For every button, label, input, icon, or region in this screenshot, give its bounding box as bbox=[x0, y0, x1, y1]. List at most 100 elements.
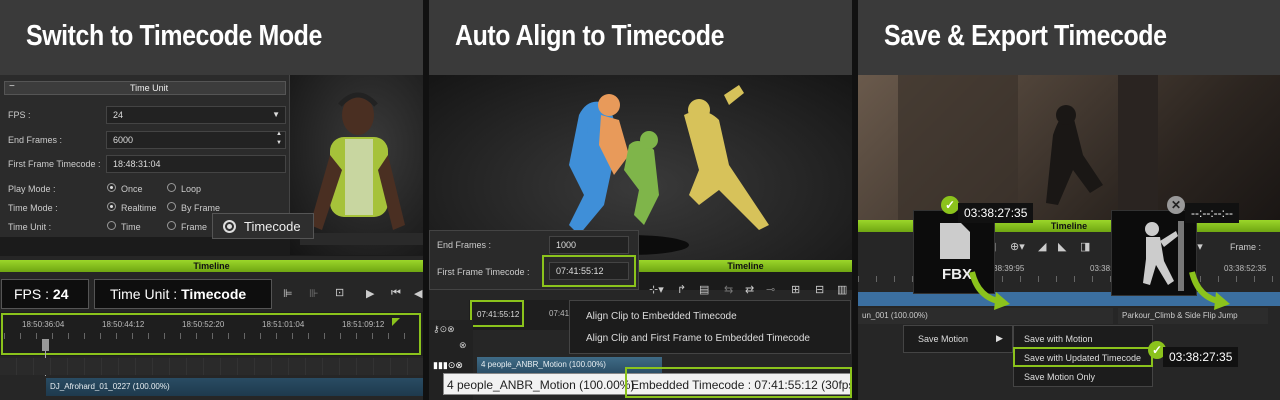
panel-title-bar: Save & Export Timecode bbox=[858, 0, 1280, 75]
timeline-label: Timeline bbox=[1050, 221, 1088, 231]
radio-loop-label: Loop bbox=[181, 184, 202, 194]
fps-dropdown[interactable]: 24 ▼ bbox=[106, 106, 286, 124]
toolbar-icon[interactable]: ◣ bbox=[1058, 240, 1066, 253]
key-icon[interactable]: ⚷⊙⊗ bbox=[433, 324, 455, 335]
radio-timecode[interactable] bbox=[223, 220, 236, 233]
timeline-bar: Timeline bbox=[639, 260, 852, 272]
skip-back-icon[interactable]: ⏮ bbox=[391, 287, 401, 300]
menu-align-clip-first-frame[interactable]: Align Clip and First Frame to Embedded T… bbox=[586, 333, 810, 344]
panel-title: Auto Align to Timecode bbox=[455, 20, 725, 52]
fps-display-value: 24 bbox=[52, 286, 69, 302]
time-unit-display-colon: : bbox=[173, 286, 182, 302]
check-icon: ✓ bbox=[941, 196, 959, 214]
radio-realtime[interactable] bbox=[107, 202, 116, 211]
fps-display-colon: : bbox=[45, 286, 53, 302]
toolbar-icon[interactable]: ⊫ bbox=[283, 287, 293, 300]
climbing-character-icon bbox=[1143, 221, 1184, 291]
clip-dj[interactable]: DJ_Afrohard_01_0227 (100.00%) bbox=[46, 378, 423, 396]
track-toggle-icon[interactable]: ▮▮▮⊙⊗ bbox=[433, 360, 463, 371]
play-icon[interactable]: ▶ bbox=[366, 287, 374, 300]
first-frame-tc-highlight bbox=[542, 255, 636, 287]
timeline-label: Timeline bbox=[727, 261, 764, 271]
save-motion-menu: Save Motion ▶ bbox=[903, 325, 1013, 353]
panel-switch-timecode: Switch to Timecode Mode − Time Unit FPS … bbox=[0, 0, 423, 400]
ruler-tick: 07:41 bbox=[549, 309, 570, 318]
play-mode-label: Play Mode : bbox=[8, 184, 56, 194]
end-frames-input[interactable]: 6000 ▲ ▼ bbox=[106, 131, 286, 149]
end-frames-input[interactable]: 1000 bbox=[549, 236, 629, 254]
clip-4-people-label: 4 people_ANBR_Motion (100.00%) bbox=[481, 360, 606, 369]
menu-save-motion-only[interactable]: Save Motion Only bbox=[1024, 372, 1095, 382]
time-unit-header-label: Time Unit bbox=[130, 83, 169, 93]
menu-save-motion[interactable]: Save Motion bbox=[918, 334, 968, 344]
fps-display-label: FPS bbox=[14, 286, 42, 302]
toolbar-icon[interactable]: ↱ bbox=[677, 283, 686, 296]
tc-badge-saved: 03:38:27:35 bbox=[1163, 347, 1239, 367]
skip-prev-icon[interactable]: ◀ bbox=[414, 287, 422, 300]
panel-title: Save & Export Timecode bbox=[884, 20, 1167, 52]
panel-auto-align: Auto Align to Timecode End Frames : 1000… bbox=[429, 0, 852, 400]
panel-title-bar: Auto Align to Timecode bbox=[429, 0, 852, 75]
collapse-icon[interactable]: − bbox=[9, 81, 15, 92]
radio-once[interactable] bbox=[107, 183, 116, 192]
embedded-tc-highlight bbox=[625, 367, 852, 398]
toolbar-icon[interactable]: ⊟ bbox=[815, 283, 824, 296]
close-icon[interactable]: ⊗ bbox=[459, 340, 467, 351]
radio-byframe-label: By Frame bbox=[181, 203, 221, 213]
toolbar-icon[interactable]: ⇄ bbox=[745, 283, 754, 296]
toolbar-icon[interactable]: ▤ bbox=[699, 283, 709, 296]
ruler-highlight bbox=[1, 313, 421, 355]
menu-align-clip[interactable]: Align Clip to Embedded Timecode bbox=[586, 311, 737, 322]
timeline-bar: Timeline bbox=[0, 260, 423, 272]
end-frames-label: End Frames : bbox=[437, 240, 492, 250]
timecode-option-label: Timecode bbox=[244, 219, 301, 234]
time-mode-label: Time Mode : bbox=[8, 203, 58, 213]
end-frames-value: 1000 bbox=[556, 240, 577, 250]
first-frame-tc-input[interactable]: 18:48:31:04 bbox=[106, 155, 286, 173]
timecode-option[interactable]: Timecode bbox=[212, 213, 314, 239]
radio-time-label: Time bbox=[121, 222, 141, 232]
playhead-marker[interactable] bbox=[42, 339, 49, 351]
panel-save-export: Save & Export Timecode Timeline ▥ ⊕▾ ◢ ◣… bbox=[858, 0, 1280, 400]
end-frames-value: 6000 bbox=[113, 135, 134, 145]
radio-time[interactable] bbox=[107, 221, 116, 230]
radio-loop[interactable] bbox=[167, 183, 176, 192]
menu-save-with-motion[interactable]: Save with Motion bbox=[1024, 334, 1093, 344]
save-updated-tc-highlight bbox=[1013, 347, 1153, 367]
toolbar-icon[interactable]: ⊞ bbox=[791, 283, 800, 296]
arrow-icon bbox=[1189, 271, 1230, 310]
time-unit-display-value: Timecode bbox=[181, 286, 247, 302]
fps-label: FPS : bbox=[8, 110, 31, 120]
radio-byframe[interactable] bbox=[167, 202, 176, 211]
first-frame-tc-label: First Frame Timecode : bbox=[437, 267, 530, 277]
panel-title-bar: Switch to Timecode Mode bbox=[0, 0, 423, 75]
chevron-right-icon: ▶ bbox=[996, 333, 1003, 343]
toolbar-icon[interactable]: ⊡ bbox=[335, 286, 344, 299]
clip-left-label: un_001 (100.00%) bbox=[862, 311, 928, 320]
toolbar-icon[interactable]: ◢ bbox=[1038, 240, 1046, 253]
frame-label: Frame : bbox=[1230, 242, 1262, 252]
time-unit-display-label: Time Unit bbox=[110, 286, 170, 302]
toolbar-icon[interactable]: ◨ bbox=[1080, 240, 1090, 253]
stepper-icon[interactable]: ▲ ▼ bbox=[276, 130, 282, 148]
track-row bbox=[0, 358, 423, 375]
toolbar-icon[interactable]: ⊹▾ bbox=[649, 283, 664, 296]
toolbar-icon[interactable]: ▥ bbox=[837, 283, 847, 296]
time-unit-header[interactable]: − Time Unit bbox=[4, 81, 286, 95]
time-unit-label: Time Unit : bbox=[8, 222, 52, 232]
time-unit-display: Time Unit : Timecode bbox=[94, 279, 272, 309]
tc-badge-empty: --:--:--:-- bbox=[1185, 203, 1239, 223]
tooltip-clip-label: 4 people_ANBR_Motion (100.00%) bbox=[447, 378, 635, 392]
align-context-menu: Align Clip to Embedded Timecode Align Cl… bbox=[569, 300, 851, 354]
playhead-tc-value: 07:41:55:12 bbox=[477, 310, 520, 319]
tc-badge-fbx: 03:38:27:35 bbox=[958, 203, 1034, 223]
toolbar-icon[interactable]: ⇆ bbox=[724, 283, 733, 296]
fps-dropdown-value: 24 bbox=[113, 110, 124, 120]
toolbar-icon[interactable]: ⊸ bbox=[766, 283, 775, 296]
panel-title: Switch to Timecode Mode bbox=[26, 20, 322, 52]
toolbar-icon[interactable]: ⊪ bbox=[309, 287, 319, 300]
radio-frame[interactable] bbox=[167, 221, 176, 230]
zoom-icon[interactable]: ⊕▾ bbox=[1010, 240, 1025, 253]
close-icon: ✕ bbox=[1167, 196, 1185, 214]
file-icon bbox=[940, 223, 970, 259]
